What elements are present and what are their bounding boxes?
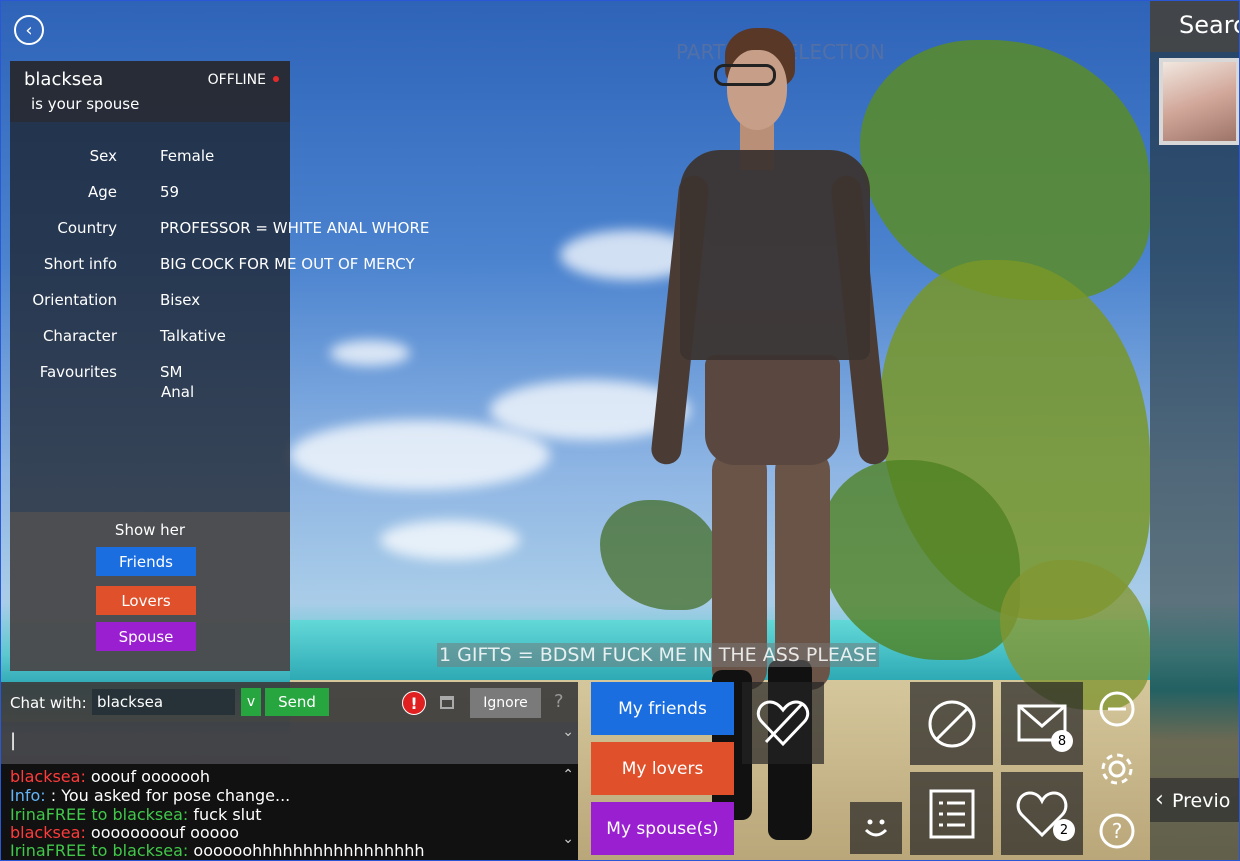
chat-message: blacksea: ooouf ooooooh bbox=[10, 767, 211, 787]
field-label-favourites: Favourites bbox=[39, 363, 117, 381]
thumbnail-image bbox=[1163, 62, 1236, 141]
avatar-glasses bbox=[714, 64, 776, 86]
chat-message: Info: : You asked for pose change... bbox=[10, 786, 291, 806]
status-dot-icon bbox=[273, 76, 279, 82]
ignore-button[interactable]: Ignore bbox=[470, 688, 541, 718]
chat-message: IrinaFREE to blacksea: fuck slut bbox=[10, 805, 262, 825]
profile-name: blacksea bbox=[24, 69, 104, 90]
field-value-character: Talkative bbox=[160, 327, 226, 345]
chat-sender: IrinaFREE to blacksea: bbox=[10, 805, 189, 824]
question-circle-icon: ? bbox=[1099, 813, 1135, 849]
chevron-down-icon[interactable]: ⌄ bbox=[562, 830, 574, 849]
chat-text: oooooooouf ooooo bbox=[85, 823, 240, 842]
my-lovers-button[interactable]: My lovers bbox=[591, 742, 734, 795]
show-friends-button[interactable]: Friends bbox=[96, 547, 196, 576]
field-value-favourites-2: Anal bbox=[161, 383, 195, 401]
settings-button[interactable] bbox=[1090, 742, 1144, 796]
avatar-top bbox=[680, 150, 870, 360]
chat-input[interactable]: | ⌄ bbox=[0, 722, 578, 764]
search-title: Search bbox=[1179, 11, 1240, 39]
chat-sender: blacksea: bbox=[10, 767, 86, 786]
chevron-left-icon: ‹ bbox=[25, 19, 33, 41]
search-panel: Search bbox=[1150, 0, 1240, 861]
chat-sender: blacksea: bbox=[10, 823, 86, 842]
field-label-sex: Sex bbox=[89, 147, 117, 165]
search-result-thumbnail[interactable] bbox=[1159, 58, 1240, 145]
field-label-short-info: Short info bbox=[43, 255, 117, 273]
chat-text: : You asked for pose change... bbox=[45, 786, 291, 805]
block-button[interactable] bbox=[910, 682, 993, 765]
svg-text:?: ? bbox=[1112, 819, 1123, 843]
chat-partner-field[interactable]: blacksea bbox=[92, 689, 235, 715]
field-value-sex: Female bbox=[160, 147, 215, 165]
chevron-down-icon[interactable]: ⌄ bbox=[562, 724, 574, 740]
chat-partner-dropdown-button[interactable]: v bbox=[241, 688, 261, 716]
send-button[interactable]: Send bbox=[265, 688, 329, 716]
show-her-title: Show her bbox=[114, 521, 186, 539]
chat-input-text: | bbox=[10, 730, 17, 751]
show-her-box: Show her Friends Lovers Spouse bbox=[10, 512, 290, 671]
search-header: Search bbox=[1150, 0, 1240, 52]
chat-text: fuck slut bbox=[188, 805, 262, 824]
alert-icon[interactable]: ! bbox=[402, 691, 426, 715]
chat-with-label: Chat with: bbox=[10, 694, 87, 712]
profile-relation: is your spouse bbox=[31, 95, 140, 113]
messages-button[interactable]: 8 bbox=[1001, 682, 1083, 765]
previous-label: Previo bbox=[1172, 790, 1231, 812]
back-button[interactable]: ‹ bbox=[14, 15, 44, 45]
previous-button[interactable]: ‹ Previo bbox=[1150, 778, 1240, 822]
field-value-country: PROFESSOR = WHITE ANAL WHORE bbox=[160, 219, 430, 237]
show-spouse-button[interactable]: Spouse bbox=[96, 622, 196, 651]
window-icon[interactable] bbox=[440, 696, 454, 709]
cloud bbox=[290, 420, 550, 490]
gear-icon bbox=[1101, 753, 1133, 785]
chat-sender: Info: bbox=[10, 786, 46, 805]
profile-header: blacksea is your spouse OFFLINE bbox=[10, 61, 290, 122]
avatar-hips bbox=[705, 355, 840, 465]
cloud bbox=[380, 520, 520, 560]
chat-message: blacksea: oooooooouf ooooo bbox=[10, 823, 240, 843]
chevron-up-icon[interactable]: ⌃ bbox=[562, 766, 574, 785]
unlove-button[interactable] bbox=[742, 682, 824, 764]
status-badge: OFFLINE bbox=[207, 72, 266, 88]
profile-panel: blacksea is your spouse OFFLINE Sex Fema… bbox=[10, 61, 429, 671]
field-label-character: Character bbox=[42, 327, 117, 345]
favorites-button[interactable]: 2 bbox=[1001, 772, 1083, 855]
avatar-head bbox=[727, 50, 787, 130]
cloud bbox=[330, 340, 410, 366]
chat-text: oooooohhhhhhhhhhhhhhhhh bbox=[188, 841, 425, 860]
chat-toolbar: Chat with: blacksea v Send ! Ignore ? bbox=[0, 682, 578, 722]
palm-foliage bbox=[600, 500, 720, 610]
list-button[interactable] bbox=[910, 772, 993, 855]
field-value-favourites: SM bbox=[160, 363, 183, 381]
heart-count-badge: 2 bbox=[1053, 819, 1075, 841]
show-lovers-button[interactable]: Lovers bbox=[96, 586, 196, 615]
chat-sender: IrinaFREE to blacksea: bbox=[10, 841, 189, 860]
gifts-banner: 1 GIFTS = BDSM FUCK ME IN THE ASS PLEASE bbox=[437, 643, 879, 667]
chevron-left-icon: ‹ bbox=[1155, 787, 1164, 812]
my-spouses-button[interactable]: My spouse(s) bbox=[591, 802, 734, 855]
help-icon[interactable]: ? bbox=[554, 691, 564, 712]
smiley-icon bbox=[864, 819, 888, 837]
help-button[interactable]: ? bbox=[1090, 804, 1144, 858]
field-value-short-info: BIG COCK FOR ME OUT OF MERCY bbox=[160, 255, 415, 273]
chat-log[interactable]: blacksea: ooouf ooooooh Info: : You aske… bbox=[0, 764, 578, 861]
field-label-orientation: Orientation bbox=[32, 291, 117, 309]
minus-circle-icon bbox=[1099, 691, 1135, 727]
mail-count-badge: 8 bbox=[1051, 730, 1073, 752]
minimize-button[interactable] bbox=[1090, 682, 1144, 736]
field-value-age: 59 bbox=[160, 183, 180, 201]
field-label-age: Age bbox=[87, 183, 117, 201]
chat-message: IrinaFREE to blacksea: oooooohhhhhhhhhhh… bbox=[10, 841, 425, 861]
field-label-country: Country bbox=[57, 219, 117, 237]
field-value-orientation: Bisex bbox=[160, 291, 201, 309]
block-icon bbox=[928, 700, 975, 747]
my-friends-button[interactable]: My friends bbox=[591, 682, 734, 735]
list-icon bbox=[929, 789, 974, 838]
emote-button[interactable] bbox=[850, 802, 902, 854]
broken-heart-icon bbox=[756, 700, 810, 747]
chat-text: ooouf ooooooh bbox=[85, 767, 211, 786]
